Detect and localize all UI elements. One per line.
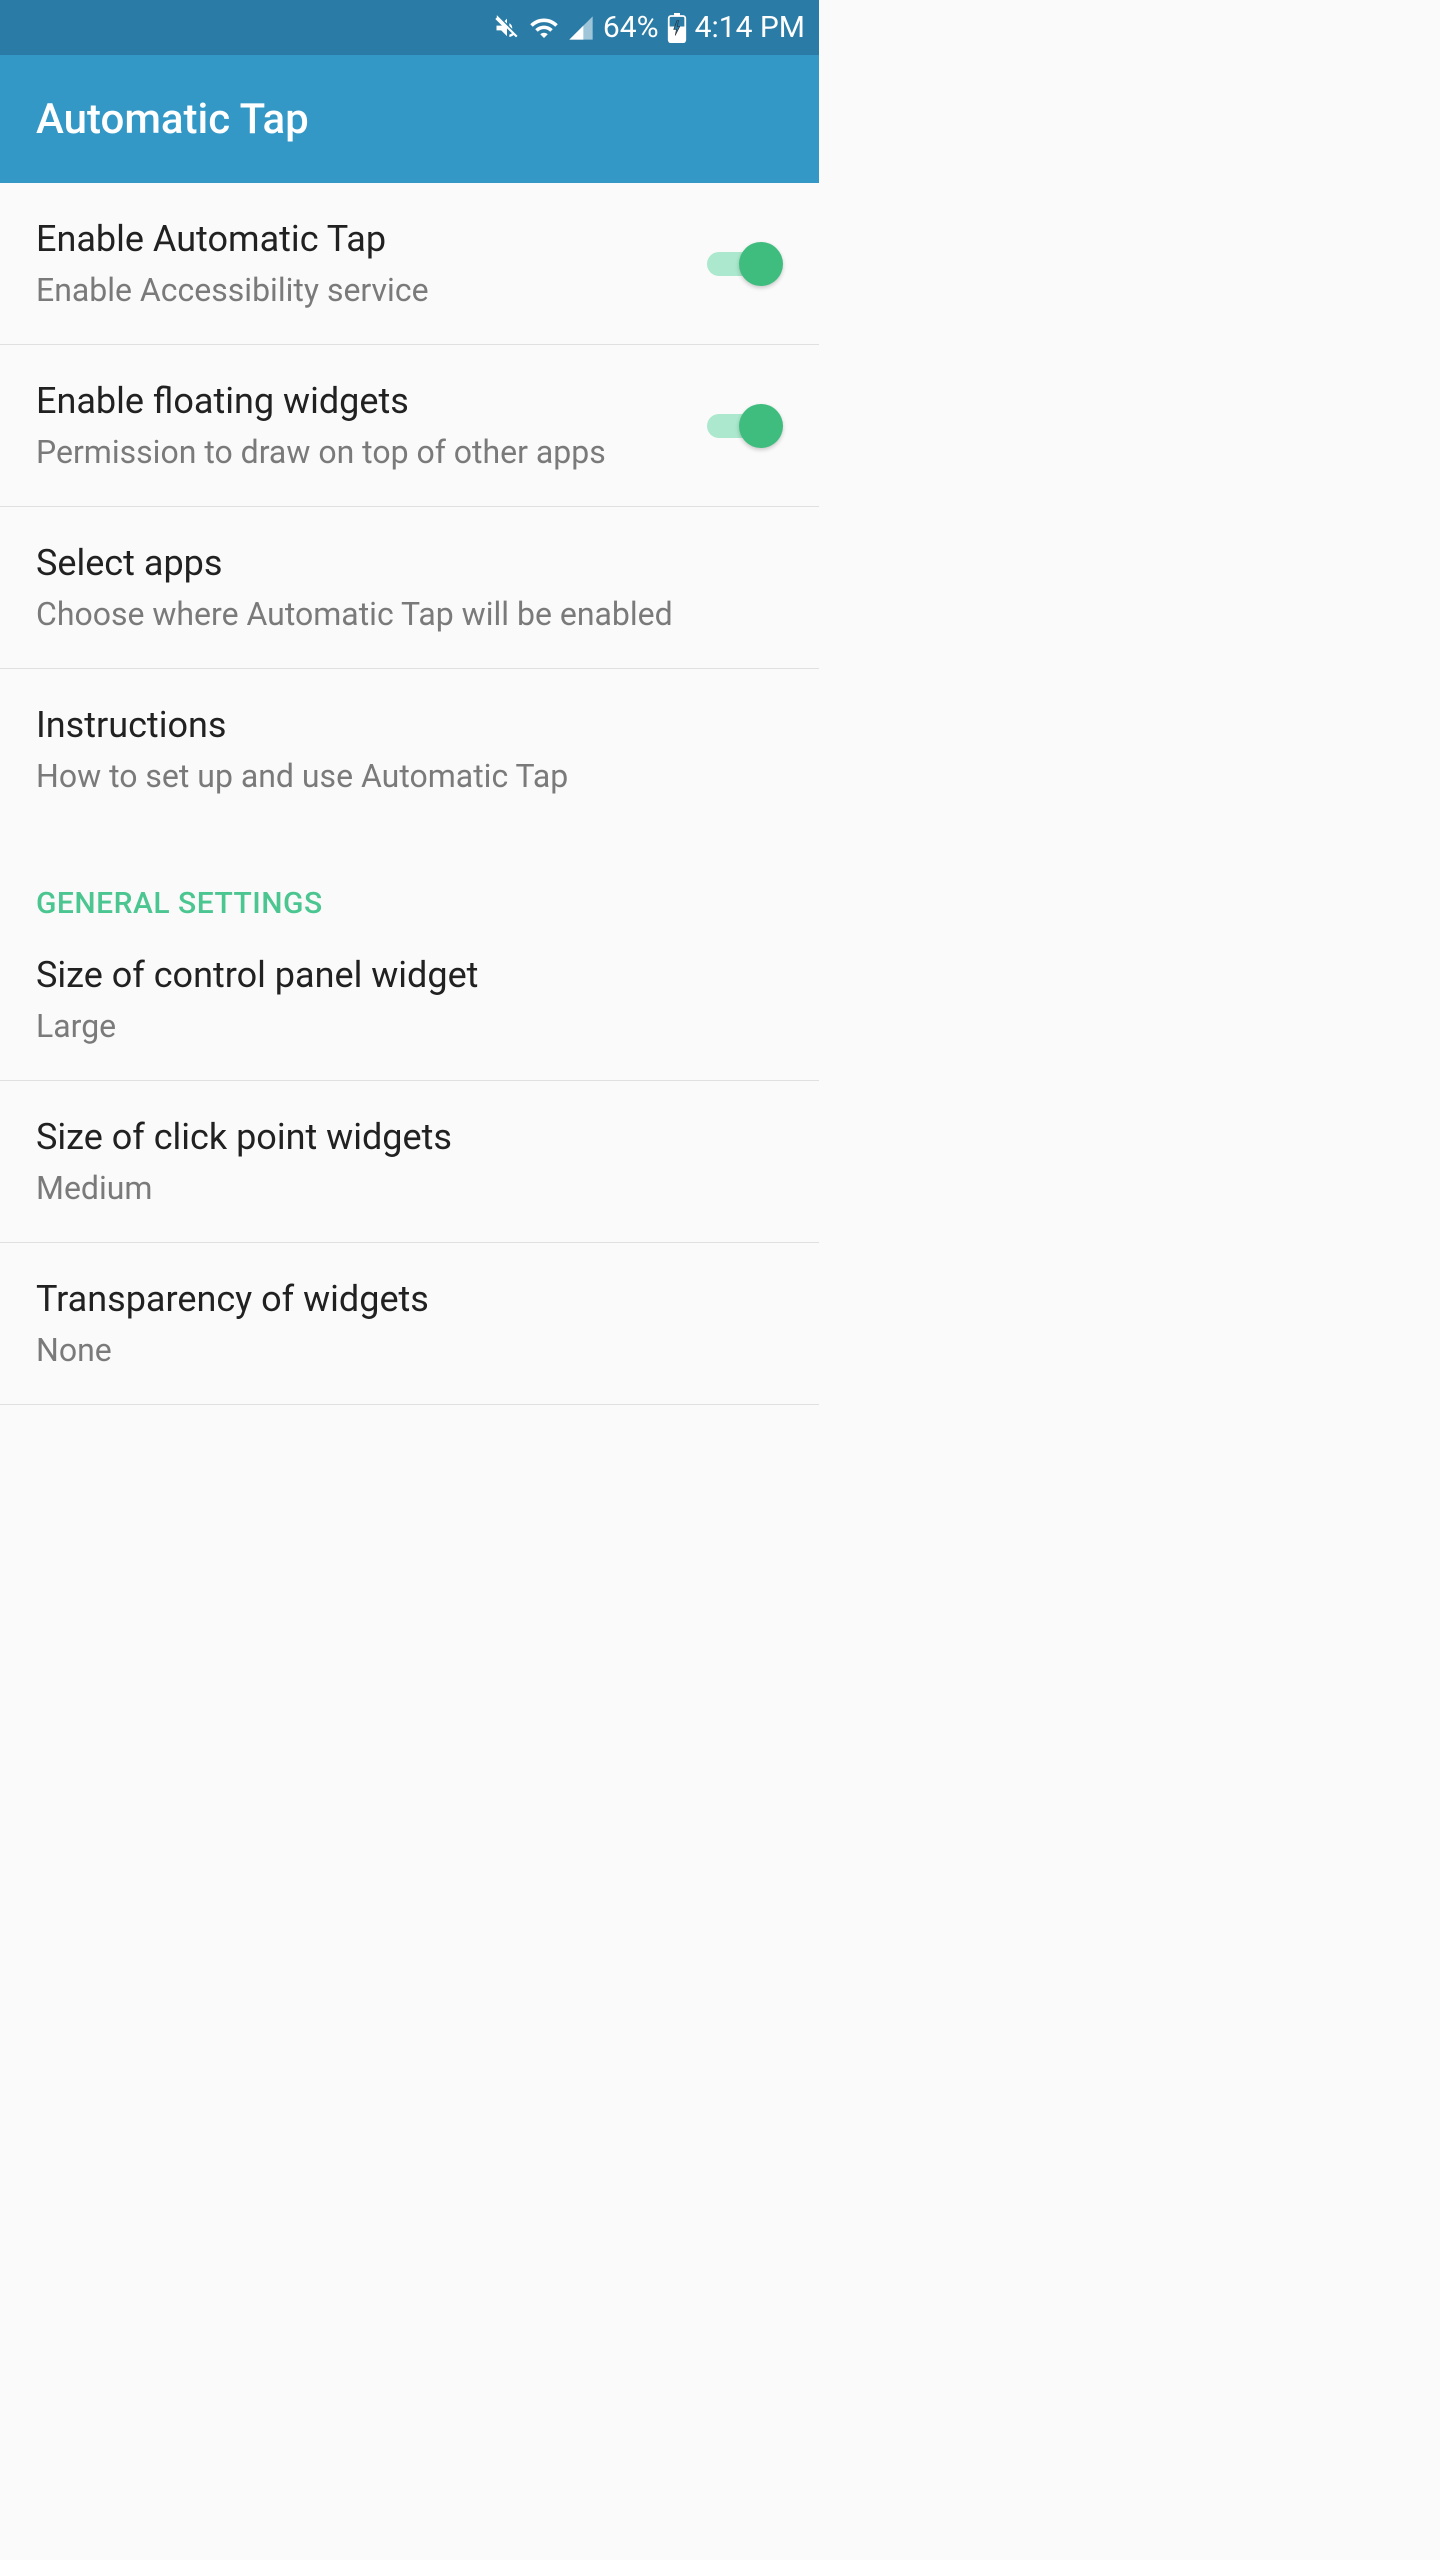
row-enable-floating-widgets[interactable]: Enable floating widgets Permission to dr… (0, 345, 819, 507)
status-bar: 64% 4:14 PM (0, 0, 819, 55)
row-value: Large (36, 1006, 783, 1046)
toggle-enable-floating-widgets[interactable] (707, 404, 783, 448)
row-select-apps[interactable]: Select apps Choose where Automatic Tap w… (0, 507, 819, 669)
row-value: Medium (36, 1168, 783, 1208)
row-subtitle: Permission to draw on top of other apps (36, 432, 707, 472)
wifi-icon (529, 13, 559, 43)
row-title: Transparency of widgets (36, 1277, 783, 1322)
signal-icon (567, 14, 595, 42)
clock-time: 4:14 PM (695, 10, 805, 45)
section-header-general: GENERAL SETTINGS (0, 830, 819, 929)
battery-charging-icon (667, 13, 687, 43)
app-bar: Automatic Tap (0, 55, 819, 183)
row-title: Instructions (36, 703, 783, 748)
settings-list: Enable Automatic Tap Enable Accessibilit… (0, 183, 819, 1405)
row-title: Enable floating widgets (36, 379, 707, 424)
row-title: Enable Automatic Tap (36, 217, 707, 262)
status-icons: 64% 4:14 PM (493, 10, 805, 45)
row-subtitle: Choose where Automatic Tap will be enabl… (36, 594, 783, 634)
row-title: Size of click point widgets (36, 1115, 783, 1160)
toggle-enable-automatic-tap[interactable] (707, 242, 783, 286)
row-control-panel-size[interactable]: Size of control panel widget Large (0, 929, 819, 1081)
row-click-point-size[interactable]: Size of click point widgets Medium (0, 1081, 819, 1243)
app-title: Automatic Tap (36, 95, 309, 144)
row-subtitle: Enable Accessibility service (36, 270, 707, 310)
row-transparency[interactable]: Transparency of widgets None (0, 1243, 819, 1405)
row-subtitle: How to set up and use Automatic Tap (36, 756, 783, 796)
row-instructions[interactable]: Instructions How to set up and use Autom… (0, 669, 819, 830)
battery-percentage: 64% (603, 10, 659, 45)
row-title: Select apps (36, 541, 783, 586)
mute-icon (493, 14, 521, 42)
row-value: None (36, 1330, 783, 1370)
row-enable-automatic-tap[interactable]: Enable Automatic Tap Enable Accessibilit… (0, 183, 819, 345)
row-title: Size of control panel widget (36, 953, 783, 998)
